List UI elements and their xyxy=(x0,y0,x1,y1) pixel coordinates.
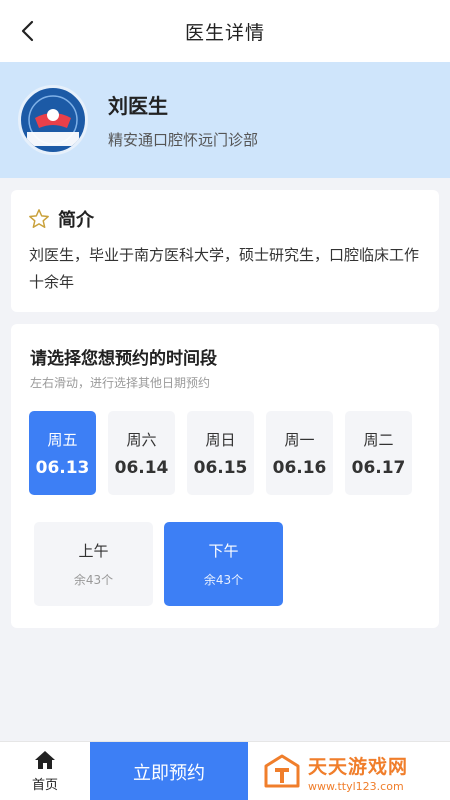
date-chip[interactable]: 周二 06.17 xyxy=(345,411,412,495)
date-selector[interactable]: 周五 06.13 周六 06.14 周日 06.15 周一 06.16 周二 0… xyxy=(29,411,424,495)
page-title: 医生详情 xyxy=(184,21,265,44)
date-day: 06.14 xyxy=(114,457,169,478)
time-slot-selector[interactable]: 上午 余43个 下午 余43个 xyxy=(34,522,294,606)
date-weekday: 周一 xyxy=(284,430,315,449)
slot-label: 上午 xyxy=(78,542,109,560)
avatar xyxy=(18,85,88,155)
book-now-button[interactable]: 立即预约 xyxy=(90,742,248,800)
slot-remaining: 余43个 xyxy=(203,573,244,587)
doctor-clinic: 精安通口腔怀远门诊部 xyxy=(108,131,259,149)
slot-afternoon[interactable]: 下午 余43个 xyxy=(164,522,283,606)
doctor-name: 刘医生 xyxy=(108,94,168,118)
date-day: 06.17 xyxy=(351,457,406,478)
schedule-title: 请选择您想预约的时间段 xyxy=(30,349,217,369)
clinic-logo xyxy=(22,89,84,151)
intro-card: 简介 刘医生，毕业于南方医科大学，硕士研究生，口腔临床工作十余年 xyxy=(11,190,439,312)
top-bar: 医生详情 xyxy=(0,0,450,62)
date-chip[interactable]: 周五 06.13 xyxy=(29,411,96,495)
schedule-card: 请选择您想预约的时间段 左右滑动，进行选择其他日期预约 周五 06.13 周六 … xyxy=(11,324,439,628)
date-day: 06.13 xyxy=(35,457,90,478)
date-chip[interactable]: 周日 06.15 xyxy=(187,411,254,495)
bottom-bar: 首页 立即预约 天天游戏网 www.ttyl123.com xyxy=(0,741,450,800)
date-weekday: 周六 xyxy=(126,430,157,449)
home-icon xyxy=(35,751,55,769)
doctor-info: 刘医生 精安通口腔怀远门诊部 xyxy=(108,90,258,150)
chevron-left-icon xyxy=(21,20,34,42)
slot-label: 下午 xyxy=(208,542,239,560)
date-weekday: 周二 xyxy=(363,430,394,449)
date-weekday: 周日 xyxy=(205,430,236,449)
watermark-logo-icon xyxy=(264,754,300,788)
back-button[interactable] xyxy=(14,17,42,45)
home-label: 首页 xyxy=(31,778,58,793)
date-day: 06.16 xyxy=(272,457,327,478)
schedule-hint: 左右滑动，进行选择其他日期预约 xyxy=(30,376,211,390)
watermark-url: www.ttyl123.com xyxy=(308,779,404,793)
doctor-banner: 刘医生 精安通口腔怀远门诊部 xyxy=(0,62,450,178)
date-chip[interactable]: 周一 06.16 xyxy=(266,411,333,495)
slot-morning[interactable]: 上午 余43个 xyxy=(34,522,153,606)
slot-remaining: 余43个 xyxy=(73,573,114,587)
intro-text: 刘医生，毕业于南方医科大学，硕士研究生，口腔临床工作十余年 xyxy=(29,246,420,291)
home-tab[interactable]: 首页 xyxy=(0,742,90,800)
watermark-title: 天天游戏网 xyxy=(308,755,409,778)
date-chip[interactable]: 周六 06.14 xyxy=(108,411,175,495)
date-weekday: 周五 xyxy=(47,430,78,449)
star-outline-icon xyxy=(29,209,49,228)
watermark-text: 天天游戏网 www.ttyl123.com xyxy=(308,752,408,793)
date-day: 06.15 xyxy=(193,457,248,478)
intro-header: 简介 xyxy=(28,206,94,232)
intro-title: 简介 xyxy=(58,210,94,231)
watermark: 天天游戏网 www.ttyl123.com xyxy=(262,748,442,796)
